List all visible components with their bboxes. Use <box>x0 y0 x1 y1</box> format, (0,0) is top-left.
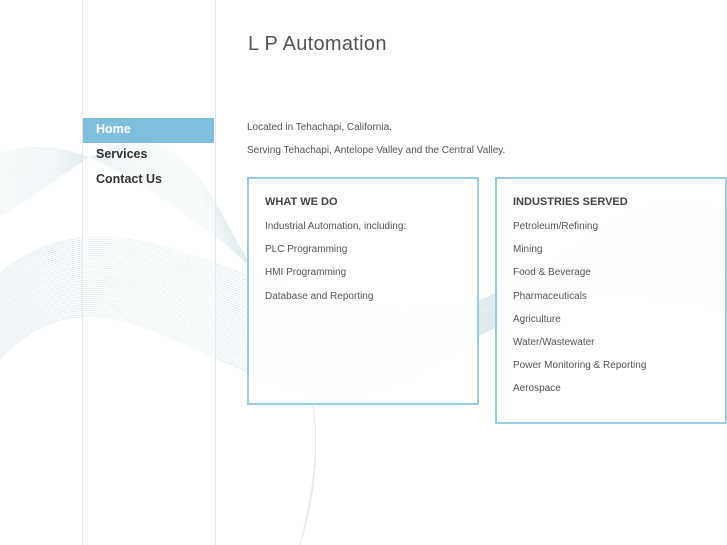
intro-text: Located in Tehachapi, California. Servin… <box>247 122 505 168</box>
industries-served-heading: INDUSTRIES SERVED <box>513 196 628 208</box>
list-item: Database and Reporting <box>265 290 374 302</box>
sidebar-column <box>82 0 216 545</box>
list-item: Industrial Automation, including: <box>265 221 407 232</box>
list-item: Mining <box>513 244 543 256</box>
list-item: Water/Wastewater <box>513 336 595 348</box>
site-title: L P Automation <box>248 33 387 55</box>
nav-contact-us[interactable]: Contact Us <box>83 168 214 193</box>
nav-services[interactable]: Services <box>83 143 214 168</box>
nav-home[interactable]: Home <box>83 118 214 143</box>
serving-line: Serving Tehachapi, Antelope Valley and t… <box>247 145 506 156</box>
list-item: PLC Programming <box>265 244 348 256</box>
list-item: HMI Programming <box>265 267 347 279</box>
what-we-do-list: Industrial Automation, including: PLC Pr… <box>265 221 461 314</box>
main-nav: Home Services Contact Us <box>83 118 214 193</box>
what-we-do-box: WHAT WE DO Industrial Automation, includ… <box>247 177 479 405</box>
list-item: Food & Beverage <box>513 267 591 279</box>
list-item: Pharmaceuticals <box>513 290 587 302</box>
industries-served-box: INDUSTRIES SERVED Petroleum/Refining Min… <box>495 177 727 424</box>
list-item: Power Monitoring & Reporting <box>513 360 647 372</box>
location-line: Located in Tehachapi, California. <box>247 122 392 133</box>
list-item: Agriculture <box>513 313 561 325</box>
industries-list: Petroleum/Refining Mining Food & Beverag… <box>513 221 709 407</box>
list-item: Petroleum/Refining <box>513 221 599 232</box>
what-we-do-heading: WHAT WE DO <box>265 196 338 208</box>
list-item: Aerospace <box>513 383 561 395</box>
